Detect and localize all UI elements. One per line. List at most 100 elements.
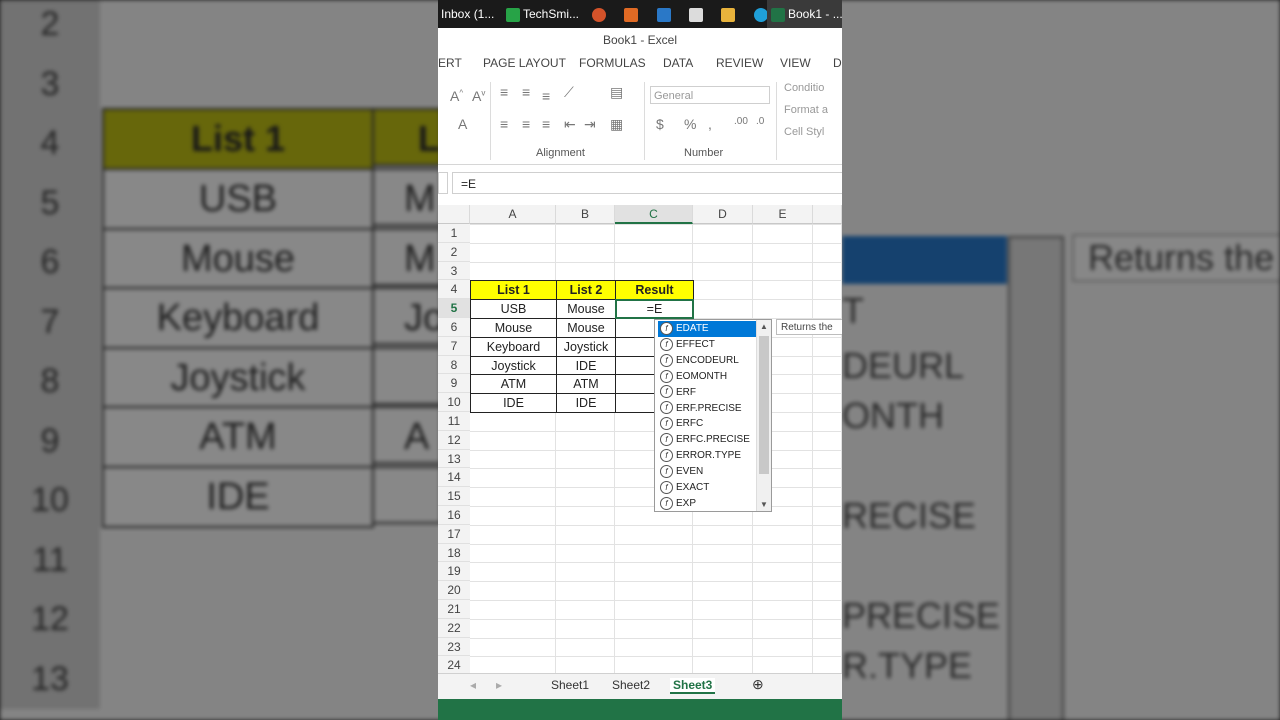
autocomplete-item[interactable]: f ENCODEURL <box>658 353 756 369</box>
row-header-4[interactable]: 4 <box>438 280 470 300</box>
column-header-f[interactable] <box>813 205 842 224</box>
comma-icon[interactable]: , <box>708 116 712 132</box>
row-header-9[interactable]: 9 <box>438 374 470 394</box>
merge-center-icon[interactable]: ▦ <box>610 116 623 133</box>
table-cell[interactable]: IDE <box>556 355 616 376</box>
scroll-right-icon[interactable]: ▸ <box>496 678 502 692</box>
sheet-tab-sheet1[interactable]: Sheet1 <box>551 678 589 692</box>
column-header-b[interactable]: B <box>556 205 615 224</box>
increase-indent-icon[interactable]: ⇥ <box>584 116 596 133</box>
table-cell[interactable]: IDE <box>470 393 557 413</box>
table-cell[interactable]: IDE <box>556 393 616 413</box>
row-header-8[interactable]: 8 <box>438 355 470 375</box>
row-header-22[interactable]: 22 <box>438 618 470 638</box>
active-cell[interactable] <box>615 299 694 319</box>
add-sheet-icon[interactable]: ⊕ <box>752 676 764 693</box>
table-cell[interactable]: Mouse <box>470 318 557 338</box>
row-header-20[interactable]: 20 <box>438 581 470 600</box>
increase-font-icon[interactable]: A^ <box>450 88 463 104</box>
orientation-icon[interactable]: ⟋ <box>564 84 574 101</box>
row-header-13[interactable]: 13 <box>438 449 470 469</box>
table-cell[interactable]: ATM <box>556 374 616 395</box>
row-header-23[interactable]: 23 <box>438 637 470 657</box>
row-header-1[interactable]: 1 <box>438 224 470 243</box>
increase-decimal-icon[interactable]: .00 <box>734 116 748 127</box>
decrease-font-icon[interactable]: Av <box>472 88 485 104</box>
align-bottom-icon[interactable]: ≡ <box>542 88 550 104</box>
table-cell[interactable]: Joystick <box>470 355 557 376</box>
row-header-15[interactable]: 15 <box>438 487 470 506</box>
table-cell[interactable]: ATM <box>470 374 557 395</box>
percent-icon[interactable]: % <box>684 116 696 132</box>
autocomplete-scrollbar[interactable]: ▲ ▼ <box>756 320 771 511</box>
column-header-c[interactable]: C <box>615 205 693 224</box>
row-header-7[interactable]: 7 <box>438 336 470 356</box>
scroll-thumb[interactable] <box>759 336 769 474</box>
tab-insert[interactable]: ERT <box>438 56 462 70</box>
align-center-icon[interactable]: ≡ <box>522 116 530 132</box>
autocomplete-item[interactable]: f EXACT <box>658 480 756 496</box>
function-autocomplete-list[interactable]: f EDATE f EFFECT f ENCODEURL f EOMONTH f ERF f ERF.… <box>654 319 772 512</box>
row-header-12[interactable]: 12 <box>438 430 470 450</box>
row-header-18[interactable]: 18 <box>438 543 470 563</box>
row-header-19[interactable]: 19 <box>438 562 470 582</box>
autocomplete-item[interactable]: f EXP <box>658 496 756 512</box>
select-all-corner[interactable] <box>438 205 470 224</box>
scroll-left-icon[interactable]: ◂ <box>470 678 476 692</box>
row-header-11[interactable]: 11 <box>438 412 470 431</box>
tab-view[interactable]: VIEW <box>780 56 811 70</box>
row-header-17[interactable]: 17 <box>438 524 470 544</box>
autocomplete-item[interactable]: f EVEN <box>658 464 756 480</box>
row-header-21[interactable]: 21 <box>438 600 470 619</box>
name-box[interactable] <box>438 172 448 194</box>
autocomplete-item[interactable]: f ERROR.TYPE <box>658 448 756 464</box>
row-header-10[interactable]: 10 <box>438 393 470 412</box>
tab-formulas[interactable]: FORMULAS <box>579 56 646 70</box>
row-header-2[interactable]: 2 <box>438 242 470 262</box>
column-header-a[interactable]: A <box>470 205 556 224</box>
sheet-tab-sheet2[interactable]: Sheet2 <box>612 678 650 692</box>
column-header-e[interactable]: E <box>753 205 813 224</box>
row-header-16[interactable]: 16 <box>438 506 470 525</box>
number-format-select[interactable]: General <box>650 86 770 104</box>
scroll-down-icon[interactable]: ▼ <box>760 500 768 509</box>
taskbar-item-techsmith[interactable]: TechSmi... <box>506 0 579 28</box>
app-icon-4[interactable] <box>689 7 704 22</box>
autocomplete-item[interactable]: f ERFC.PRECISE <box>658 432 756 448</box>
table-cell[interactable]: USB <box>470 299 557 319</box>
scroll-up-icon[interactable]: ▲ <box>760 322 768 331</box>
folder-icon[interactable] <box>721 7 736 22</box>
wrap-text-icon[interactable]: ▤ <box>610 84 623 101</box>
align-top-icon[interactable]: ≡ <box>500 84 508 100</box>
decrease-indent-icon[interactable]: ⇤ <box>564 116 576 133</box>
taskbar-item-inbox[interactable]: Inbox (1... <box>441 0 494 28</box>
app-icon-1[interactable] <box>592 7 606 22</box>
cell-styles-button[interactable]: Cell Styl <box>784 126 824 138</box>
taskbar-item-excel[interactable]: Book1 - ... <box>767 0 842 28</box>
tab-data[interactable]: DATA <box>663 56 693 70</box>
table-cell[interactable]: Mouse <box>556 318 616 338</box>
autocomplete-item[interactable]: f EFFECT <box>658 337 756 353</box>
font-color-icon[interactable]: A <box>458 116 467 132</box>
currency-icon[interactable]: $ <box>656 116 664 132</box>
table-cell[interactable]: Keyboard <box>470 336 557 357</box>
tab-review[interactable]: REVIEW <box>716 56 763 70</box>
conditional-formatting-button[interactable]: Conditio <box>784 82 824 94</box>
autocomplete-item[interactable]: f ERFC <box>658 416 756 432</box>
tab-page-layout[interactable]: PAGE LAYOUT <box>483 56 566 70</box>
align-right-icon[interactable]: ≡ <box>542 116 550 132</box>
column-header-d[interactable]: D <box>693 205 753 224</box>
autocomplete-item[interactable]: f EOMONTH <box>658 369 756 385</box>
formula-bar[interactable]: =E <box>452 172 842 194</box>
worksheet-grid[interactable]: ABCDE 1 2 3 4 5 6 7 8 9 10 11 12 13 14 15 16 17 18 19 20 21 2… <box>438 205 842 677</box>
table-cell[interactable]: Joystick <box>556 336 616 357</box>
row-header-5[interactable]: 5 <box>438 299 470 318</box>
tab-developer[interactable]: D <box>833 56 842 70</box>
row-header-14[interactable]: 14 <box>438 468 470 488</box>
format-as-table-button[interactable]: Format a <box>784 104 828 116</box>
app-icon-3[interactable] <box>656 7 671 22</box>
decrease-decimal-icon[interactable]: .0 <box>756 116 764 127</box>
autocomplete-item[interactable]: f EDATE <box>658 321 756 337</box>
edge-icon[interactable] <box>753 7 768 22</box>
autocomplete-item[interactable]: f ERF.PRECISE <box>658 401 756 417</box>
